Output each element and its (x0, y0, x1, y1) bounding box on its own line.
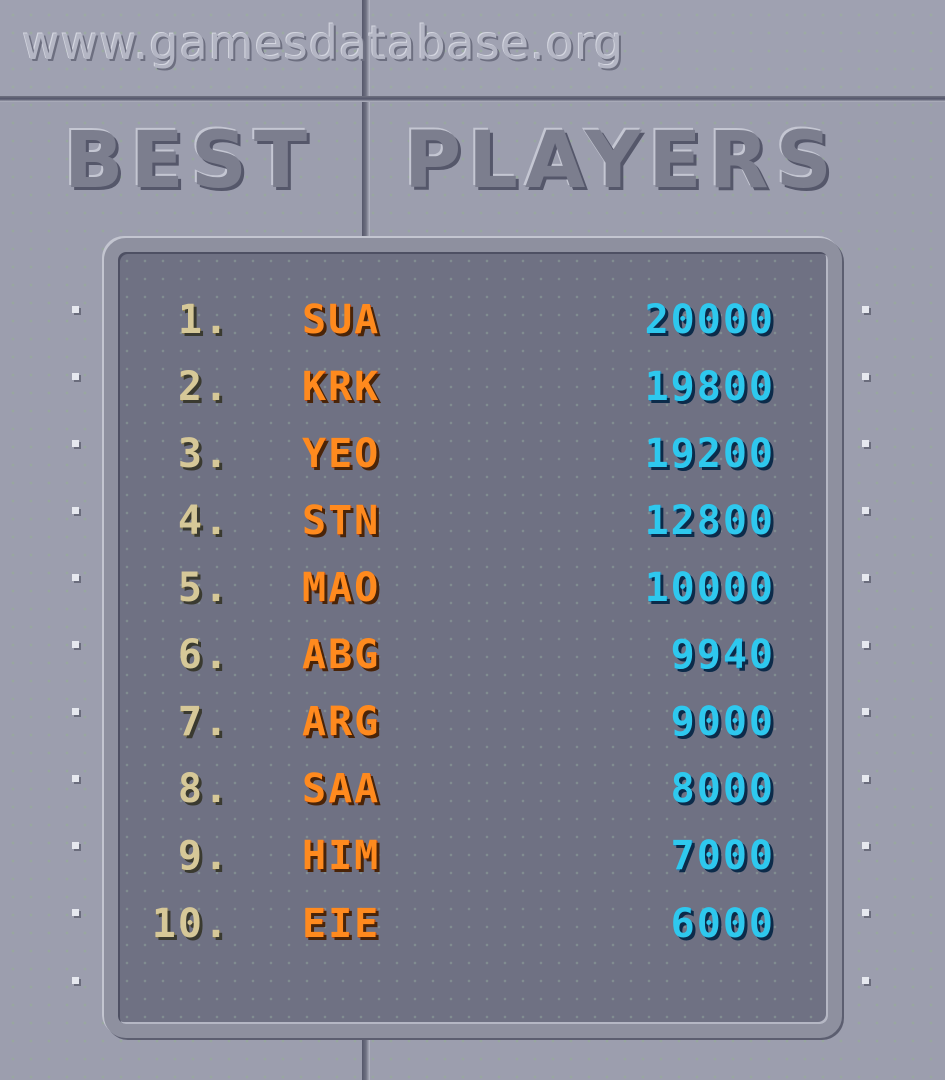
rank-label: 3. (177, 431, 230, 477)
score-row: 3. YEO 19200 (0, 424, 945, 484)
rank-label: 8. (177, 766, 230, 812)
score-row: 8. SAA 8000 (0, 759, 945, 819)
player-initials: KRK (302, 364, 381, 410)
rivet (862, 440, 869, 447)
high-score-screen: www.gamesdatabase.org BEST PLAYERS 1. SU… (0, 0, 945, 1080)
score-value: 10000 (644, 565, 775, 611)
score-row: 6. ABG 9940 (0, 625, 945, 685)
rivet (862, 641, 869, 648)
score-row: 1. SUA 20000 (0, 290, 945, 350)
score-row: 10. EIE 6000 (0, 894, 945, 954)
rivet (862, 977, 869, 984)
score-value: 7000 (670, 833, 775, 879)
title-best: BEST (64, 116, 315, 206)
score-row: 7. ARG 9000 (0, 692, 945, 752)
rivet (862, 775, 869, 782)
rank-label: 10. (151, 901, 230, 947)
player-initials: ARG (302, 699, 381, 745)
rank-label: 2. (177, 364, 230, 410)
score-row: 5. MAO 10000 (0, 558, 945, 618)
score-row: 4. STN 12800 (0, 491, 945, 551)
rivet (72, 574, 79, 581)
score-value: 6000 (670, 901, 775, 947)
player-initials: HIM (302, 833, 381, 879)
watermark: www.gamesdatabase.org (22, 16, 625, 70)
rivet (862, 574, 869, 581)
score-value: 20000 (644, 297, 775, 343)
player-initials: SAA (302, 766, 381, 812)
rivet (72, 641, 79, 648)
score-value: 9940 (670, 632, 775, 678)
player-initials: EIE (302, 901, 381, 947)
rivet (72, 909, 79, 916)
rank-label: 5. (177, 565, 230, 611)
score-row: 2. KRK 19800 (0, 357, 945, 417)
panel-seam-horizontal (0, 96, 945, 102)
player-initials: MAO (302, 565, 381, 611)
rivet (72, 306, 79, 313)
player-initials: SUA (302, 297, 381, 343)
rank-label: 6. (177, 632, 230, 678)
score-value: 8000 (670, 766, 775, 812)
rivet (72, 708, 79, 715)
player-initials: STN (302, 498, 381, 544)
rivet (862, 909, 869, 916)
rivet (72, 507, 79, 514)
player-initials: ABG (302, 632, 381, 678)
rivet (72, 440, 79, 447)
rivet (862, 507, 869, 514)
score-value: 19200 (644, 431, 775, 477)
player-initials: YEO (302, 431, 381, 477)
rank-label: 7. (177, 699, 230, 745)
title-players: PLAYERS (404, 116, 839, 206)
score-value: 9000 (670, 699, 775, 745)
rivet (72, 373, 79, 380)
rank-label: 4. (177, 498, 230, 544)
rivet (862, 306, 869, 313)
rivet (862, 708, 869, 715)
score-value: 12800 (644, 498, 775, 544)
rivet (862, 373, 869, 380)
rivet (72, 775, 79, 782)
panel-seam-vertical-bottom (362, 1040, 370, 1080)
rank-label: 1. (177, 297, 230, 343)
rivet (862, 842, 869, 849)
score-row: 9. HIM 7000 (0, 826, 945, 886)
score-value: 19800 (644, 364, 775, 410)
rank-label: 9. (177, 833, 230, 879)
rivet (72, 842, 79, 849)
rivet (72, 977, 79, 984)
